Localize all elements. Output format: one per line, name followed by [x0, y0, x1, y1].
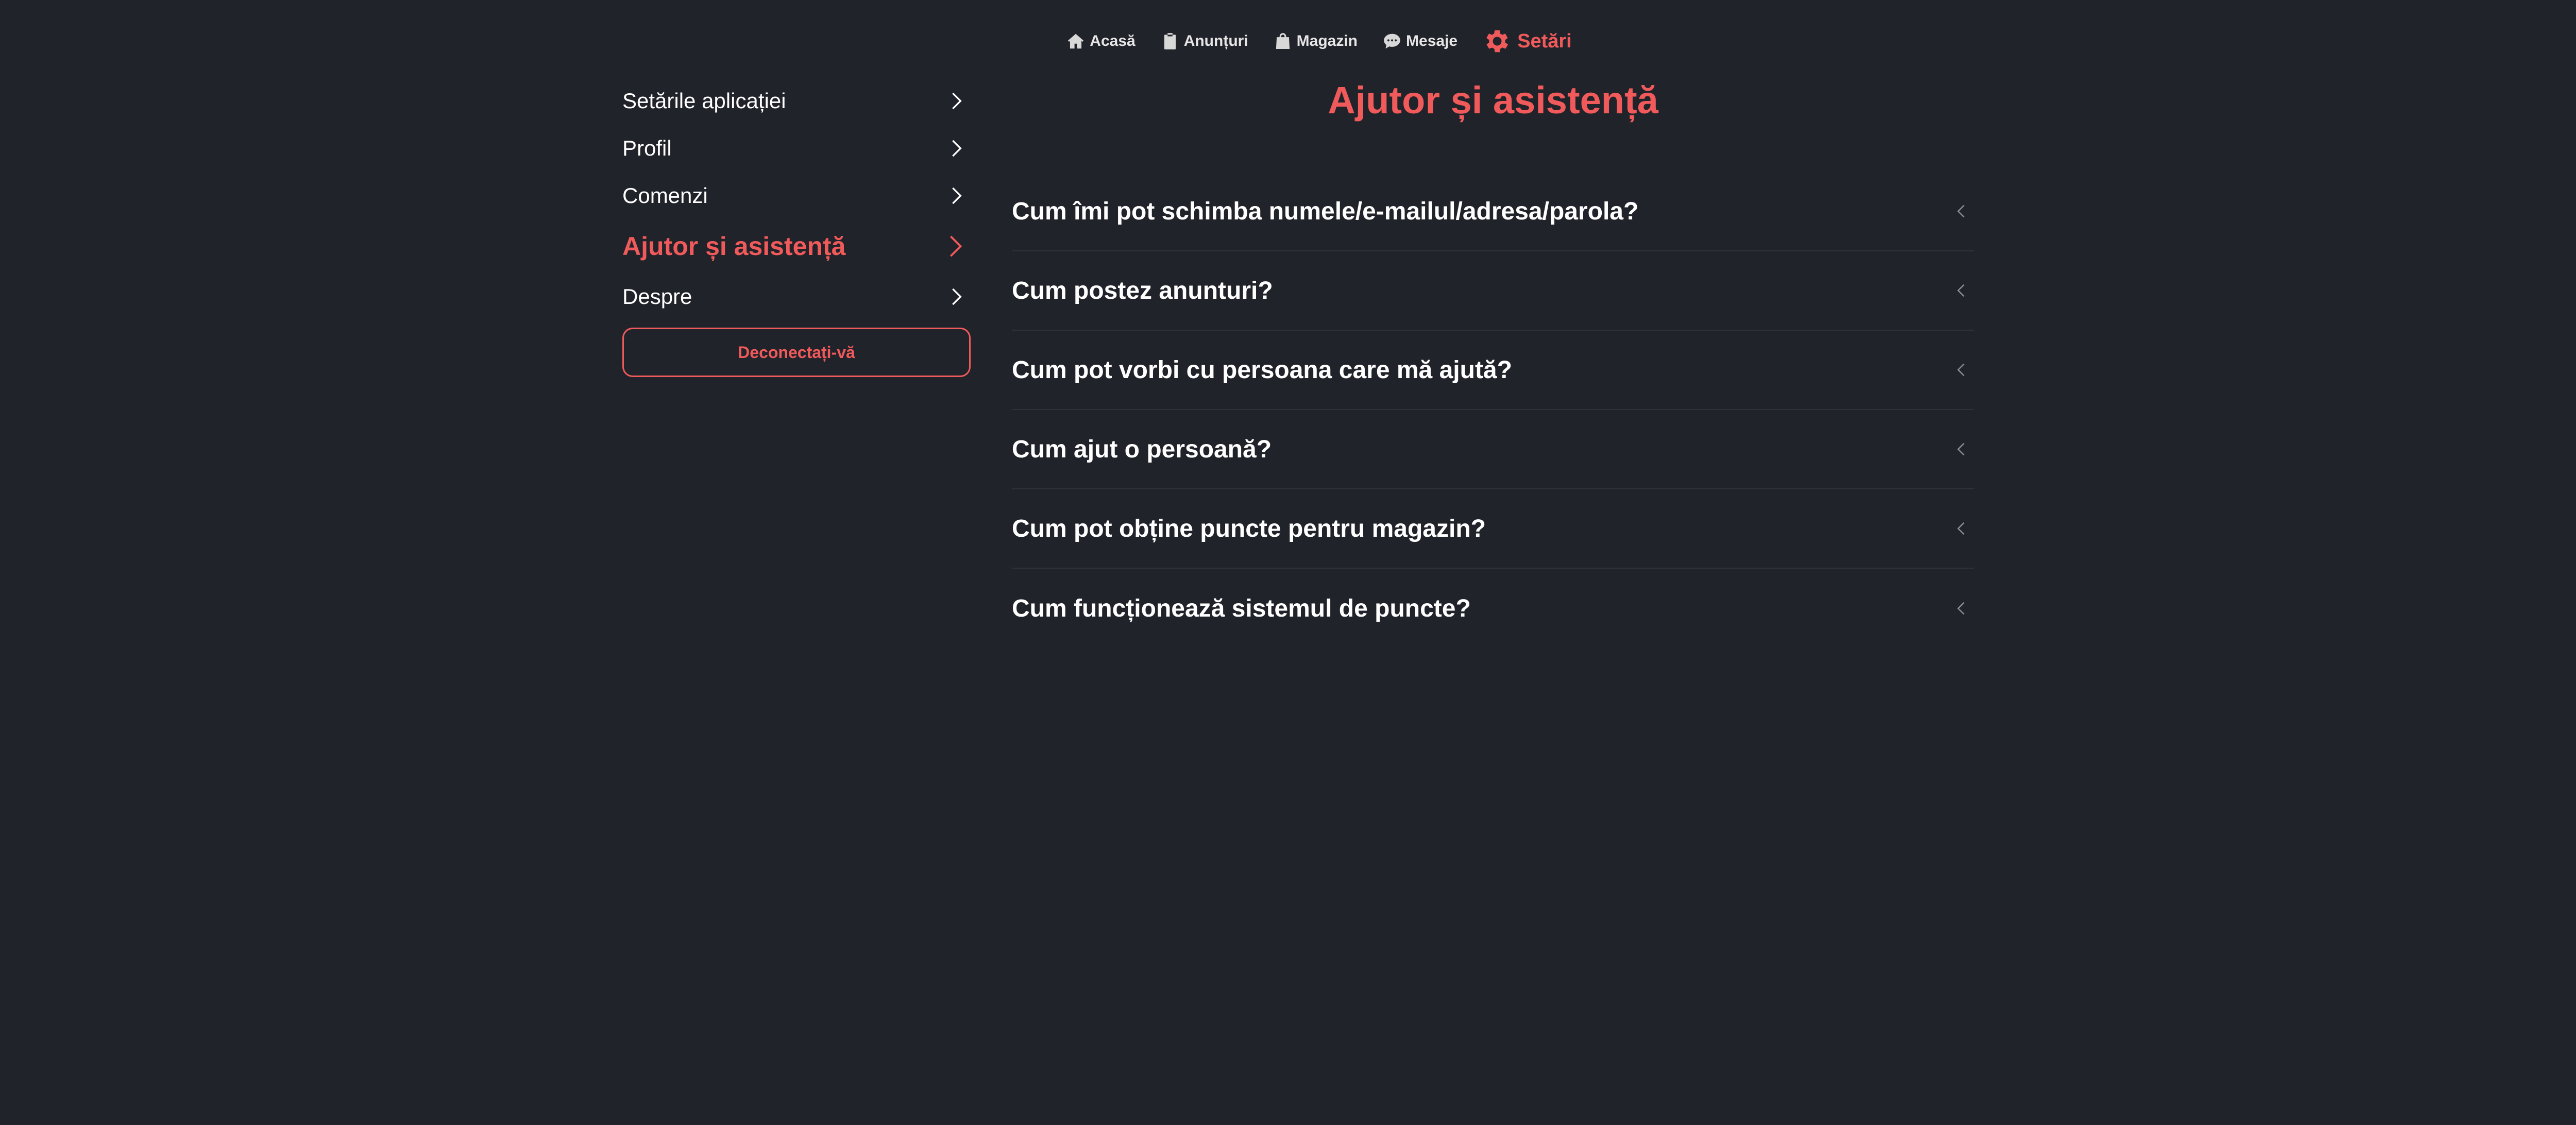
nav-label: Setări	[1517, 30, 1572, 52]
chat-bubble-icon	[1382, 31, 1402, 51]
chevron-left-icon	[1954, 362, 1969, 378]
chevron-left-icon	[1954, 521, 1969, 536]
faq-question: Cum pot vorbi cu persoana care mă ajută?	[1012, 356, 1512, 384]
chevron-right-icon	[946, 185, 967, 206]
sidebar-item-label: Comenzi	[622, 183, 708, 208]
settings-sidebar: Setările aplicației Profil Comenzi Ajuto…	[622, 77, 971, 377]
chevron-left-icon	[1954, 283, 1969, 298]
faq-item[interactable]: Cum ajut o persoană?	[1012, 410, 1974, 489]
nav-label: Anunțuri	[1183, 32, 1248, 49]
chevron-left-icon	[1954, 441, 1969, 457]
sidebar-item-help-support[interactable]: Ajutor și asistență	[622, 219, 971, 273]
faq-item[interactable]: Cum pot obține puncte pentru magazin?	[1012, 489, 1974, 569]
faq-item[interactable]: Cum pot vorbi cu persoana care mă ajută?	[1012, 331, 1974, 410]
faq-item[interactable]: Cum postez anunturi?	[1012, 251, 1974, 331]
sidebar-item-about[interactable]: Despre	[622, 273, 971, 320]
faq-list: Cum îmi pot schimba numele/e-mailul/adre…	[1012, 172, 1974, 648]
chevron-right-icon	[943, 234, 967, 258]
nav-item-anunturi[interactable]: Anunțuri	[1160, 31, 1248, 51]
faq-question: Cum ajut o persoană?	[1012, 435, 1272, 463]
nav-label: Magazin	[1296, 32, 1358, 49]
nav-label: Acasă	[1090, 32, 1136, 49]
nav-label: Mesaje	[1406, 32, 1458, 49]
sidebar-item-orders[interactable]: Comenzi	[622, 172, 971, 219]
faq-item[interactable]: Cum funcționează sistemul de puncte?	[1012, 569, 1974, 648]
help-support-panel: Ajutor și asistență Cum îmi pot schimba …	[1012, 79, 1974, 648]
chevron-right-icon	[946, 138, 967, 159]
sidebar-item-label: Profil	[622, 136, 672, 160]
shopping-bag-icon	[1273, 31, 1293, 51]
home-icon	[1066, 31, 1086, 51]
sidebar-item-label: Ajutor și asistență	[622, 232, 846, 261]
faq-item[interactable]: Cum îmi pot schimba numele/e-mailul/adre…	[1012, 172, 1974, 251]
page-title: Ajutor și asistență	[1328, 79, 1658, 122]
gear-icon	[1482, 26, 1512, 56]
chevron-right-icon	[946, 91, 967, 111]
nav-item-mesaje[interactable]: Mesaje	[1382, 31, 1458, 51]
sidebar-item-label: Setările aplicației	[622, 89, 786, 113]
sidebar-item-label: Despre	[622, 284, 692, 309]
chevron-left-icon	[1954, 601, 1969, 616]
top-navigation-items: Acasă Anunțuri Magazin Mesaje Setări	[1066, 26, 1572, 56]
sidebar-item-app-settings[interactable]: Setările aplicației	[622, 77, 971, 125]
chevron-right-icon	[946, 286, 967, 307]
faq-question: Cum funcționează sistemul de puncte?	[1012, 594, 1471, 622]
nav-item-magazin[interactable]: Magazin	[1273, 31, 1358, 51]
faq-question: Cum postez anunturi?	[1012, 277, 1273, 304]
top-navigation: Acasă Anunțuri Magazin Mesaje Setări	[0, 26, 2576, 57]
sidebar-item-profile[interactable]: Profil	[622, 125, 971, 172]
clipboard-icon	[1160, 31, 1180, 51]
faq-question: Cum pot obține puncte pentru magazin?	[1012, 515, 1486, 542]
nav-item-acasa[interactable]: Acasă	[1066, 31, 1136, 51]
chevron-left-icon	[1954, 203, 1969, 219]
nav-item-setari[interactable]: Setări	[1482, 26, 1572, 56]
logout-button[interactable]: Deconectați-vă	[622, 328, 971, 377]
faq-question: Cum îmi pot schimba numele/e-mailul/adre…	[1012, 197, 1639, 225]
